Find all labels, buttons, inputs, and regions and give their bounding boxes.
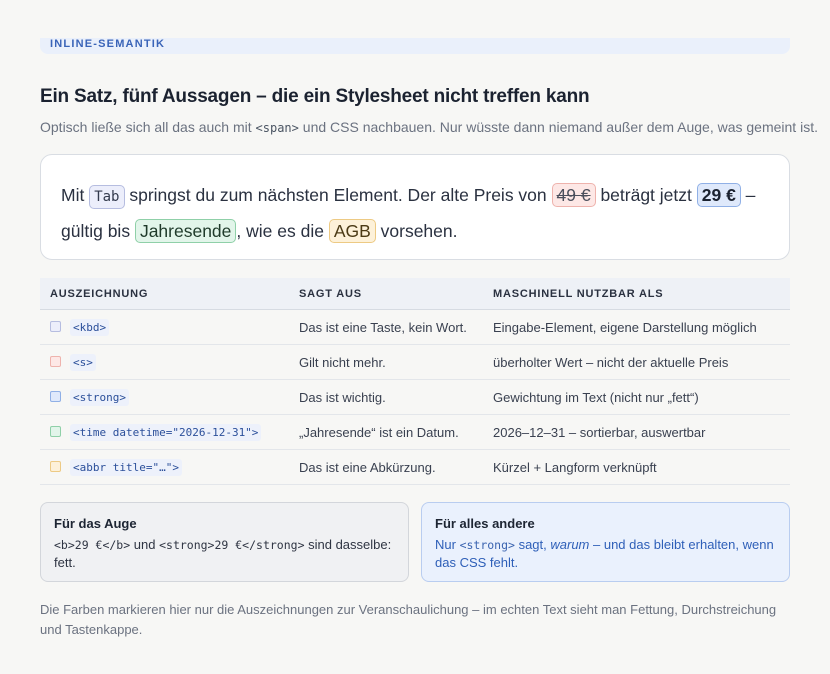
section-eyebrow: INLINE-SEMANTIK <box>50 38 166 50</box>
swatch-time <box>50 426 61 437</box>
semantics-table: AUSZEICHNUNG SAGT AUS MASCHINELL NUTZBAR… <box>40 278 790 485</box>
table-row: <kbd> Das ist eine Taste, kein Wort. Ein… <box>40 310 790 345</box>
header-says: SAGT AUS <box>299 288 362 300</box>
strong-token: 29 € <box>696 183 741 207</box>
panel-right-before: Nur <box>435 537 460 552</box>
table-row: <s> Gilt nicht mehr. überholter Wert – n… <box>40 345 790 380</box>
sentence-part: springst du zum nächsten Element. Der al… <box>124 185 552 205</box>
row-usable: überholter Wert – nicht der aktuelle Pre… <box>493 355 729 370</box>
footnote: Die Farben markieren hier nur die Auszei… <box>40 602 777 637</box>
sentence-part: beträgt jetzt <box>595 185 697 205</box>
row-code: <time datetime="2026-12-31"> <box>70 424 262 441</box>
swatch-strong <box>50 391 61 402</box>
table-header: AUSZEICHNUNG SAGT AUS MASCHINELL NUTZBAR… <box>40 278 790 310</box>
panel-right-title: Für alles andere <box>435 516 535 531</box>
panel-left-mid: und <box>130 537 160 552</box>
panel-left-text: <b>29 €</b> und <strong>29 €</strong> si… <box>54 536 395 572</box>
swatch-abbr <box>50 461 61 472</box>
table-row: <time datetime="2026-12-31"> „Jahresende… <box>40 415 790 450</box>
sentence-part: vorsehen. <box>375 221 458 241</box>
panel-for-everything-else: Für alles andere Nur <strong> sagt, waru… <box>421 502 790 582</box>
panel-left-title: Für das Auge <box>54 516 137 531</box>
swatch-kbd <box>50 321 61 332</box>
row-usable: 2026–12–31 – sortierbar, auswertbar <box>493 425 706 440</box>
kbd-token: Tab <box>89 185 125 209</box>
subtitle-code: <span> <box>255 121 299 135</box>
row-says: Das ist eine Taste, kein Wort. <box>299 320 467 335</box>
swatch-s <box>50 356 61 367</box>
row-says: Das ist eine Abkürzung. <box>299 460 436 475</box>
sentence-part: , wie es die <box>236 221 329 241</box>
row-usable: Kürzel + Langform verknüpft <box>493 460 657 475</box>
subtitle-text-before: Optisch ließe sich all das auch mit <box>40 119 256 135</box>
row-code: <abbr title="…"> <box>70 459 182 476</box>
time-token: Jahresende <box>134 219 237 243</box>
row-code: <strong> <box>70 389 129 406</box>
page-title: Ein Satz, fünf Aussagen – die ein Styles… <box>40 86 590 107</box>
row-usable: Gewichtung im Text (nicht nur „fett“) <box>493 390 699 405</box>
panel-right-code: <strong> <box>459 538 515 552</box>
row-usable: Eingabe-Element, eigene Darstellung mögl… <box>493 320 757 335</box>
row-says: Gilt nicht mehr. <box>299 355 386 370</box>
panel-left-code-b: <b>29 €</b> <box>54 538 131 552</box>
s-token: 49 € <box>551 183 596 207</box>
table-row: <strong> Das ist wichtig. Gewichtung im … <box>40 380 790 415</box>
sentence-part: Mit <box>61 185 90 205</box>
subtitle-text-after: und CSS nachbauen. Nur wüsste dann niema… <box>298 119 818 135</box>
subtitle: Optisch ließe sich all das auch mit <spa… <box>40 119 818 135</box>
panel-for-the-eye: Für das Auge <b>29 €</b> und <strong>29 … <box>40 502 409 582</box>
row-code: <s> <box>70 354 96 371</box>
eyebrow-bar: INLINE-SEMANTIK <box>40 38 790 54</box>
header-usable: MASCHINELL NUTZBAR ALS <box>493 288 664 300</box>
abbr-token: AGB <box>328 219 376 243</box>
panel-right-em: warum <box>550 537 590 552</box>
example-sentence-card: Mit Tab springst du zum nächsten Element… <box>40 154 790 260</box>
panel-right-text: Nur <strong> sagt, warum – und das bleib… <box>435 536 776 572</box>
panel-left-code-strong: <strong>29 €</strong> <box>159 538 305 552</box>
panel-right-mid: sagt, <box>514 537 551 552</box>
header-markup: AUSZEICHNUNG <box>50 288 149 300</box>
row-says: „Jahresende“ ist ein Datum. <box>299 425 459 440</box>
table-row: <abbr title="…"> Das ist eine Abkürzung.… <box>40 450 790 485</box>
row-code: <kbd> <box>70 319 110 336</box>
row-says: Das ist wichtig. <box>299 390 386 405</box>
